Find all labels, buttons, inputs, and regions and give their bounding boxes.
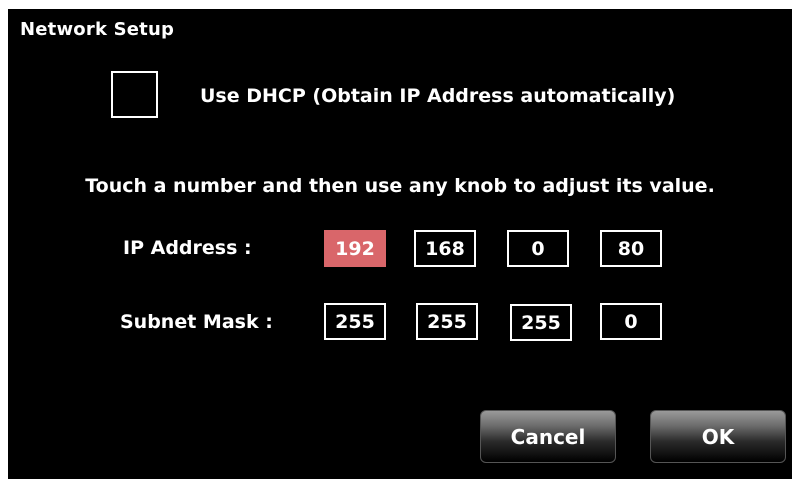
cancel-button[interactable]: Cancel — [480, 410, 616, 463]
ok-button[interactable]: OK — [650, 410, 786, 463]
ip-octet-2-field[interactable]: 168 — [414, 230, 476, 267]
mask-octet-1-field[interactable]: 255 — [324, 303, 386, 340]
dhcp-checkbox[interactable] — [111, 71, 158, 118]
dialog-title: Network Setup — [20, 19, 175, 40]
dhcp-label: Use DHCP (Obtain IP Address automaticall… — [200, 85, 676, 107]
network-setup-dialog: Network Setup Use DHCP (Obtain IP Addres… — [8, 9, 792, 479]
subnet-mask-label: Subnet Mask : — [120, 311, 273, 333]
ip-octet-4-field[interactable]: 80 — [600, 230, 662, 267]
mask-octet-2-field[interactable]: 255 — [416, 303, 478, 340]
mask-octet-3-field[interactable]: 255 — [510, 304, 572, 341]
ip-octet-1-field[interactable]: 192 — [324, 230, 386, 267]
ip-address-label: IP Address : — [123, 237, 252, 259]
ip-octet-3-field[interactable]: 0 — [507, 230, 569, 267]
instruction-text: Touch a number and then use any knob to … — [85, 175, 715, 197]
mask-octet-4-field[interactable]: 0 — [600, 303, 662, 340]
